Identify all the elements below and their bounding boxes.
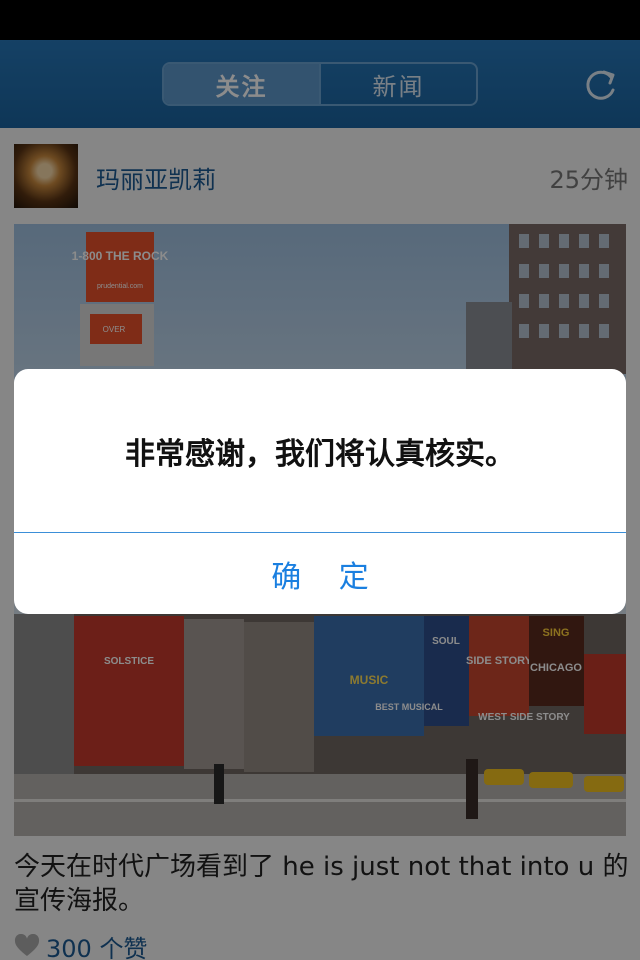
app-screen: 关注 新闻 玛丽亚凯莉 25分钟 1-800 THE ROCK prudenti… [0, 0, 640, 960]
confirm-button[interactable]: 确 定 [14, 533, 626, 614]
status-bar [0, 0, 640, 40]
alert-message: 非常感谢，我们将认真核实。 [125, 436, 515, 472]
alert-dialog: 非常感谢，我们将认真核实。 确 定 [14, 369, 626, 614]
